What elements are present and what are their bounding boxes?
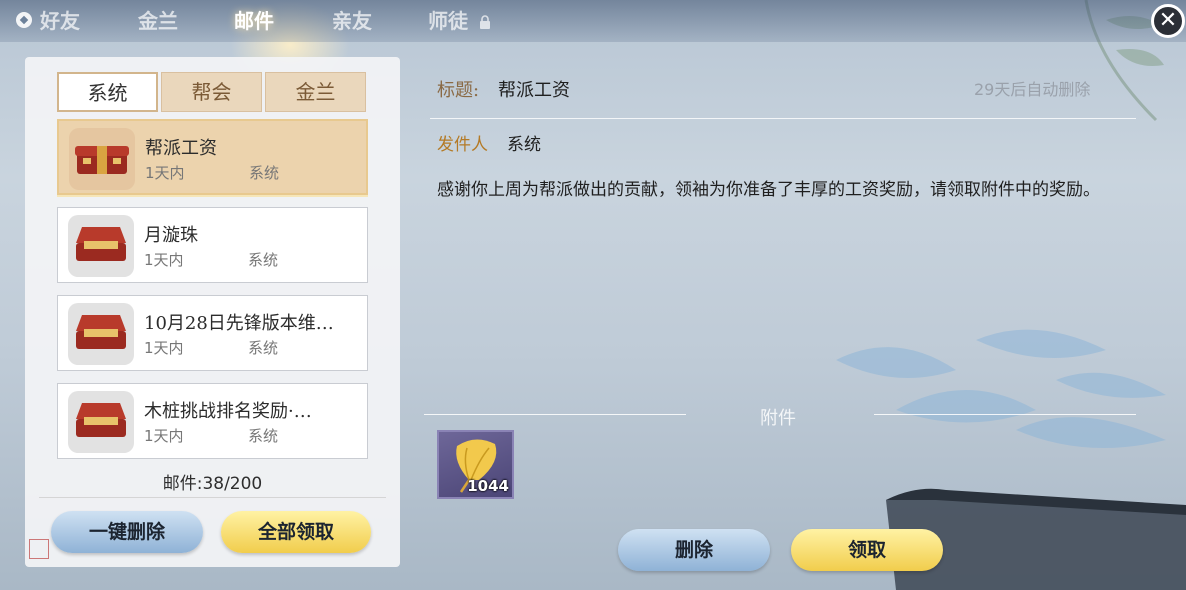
mail-detail-title: 帮派工资: [498, 80, 570, 101]
top-tab-bar: 好友 金兰 邮件 亲友 师徒: [0, 0, 1186, 42]
mail-count: 邮件:38/200: [162, 474, 263, 494]
mail-item[interactable]: 木桩挑战排名奖励·… 1天内 系统: [57, 383, 368, 459]
mail-item[interactable]: 帮派工资 1天内 系统: [57, 119, 368, 195]
mail-sender: 系统: [248, 339, 279, 357]
divider: [430, 118, 1136, 119]
title-label: 标题:: [437, 80, 480, 101]
sender-label: 发件人: [437, 135, 488, 155]
delete-button[interactable]: 删除: [618, 529, 770, 571]
delete-all-button[interactable]: 一键删除: [51, 511, 203, 553]
close-button[interactable]: ✕: [1151, 4, 1185, 38]
mail-item[interactable]: 10月28日先锋版本维… 1天内 系统: [57, 295, 368, 371]
mail-sender: 系统: [248, 251, 279, 269]
attachment-item[interactable]: 1044: [437, 430, 514, 499]
lock-icon: [480, 15, 490, 29]
mail-time: 1天内: [144, 427, 184, 445]
mail-title: 帮派工资: [145, 138, 217, 159]
mail-title: 月漩珠: [144, 225, 198, 246]
gift-box-icon: [69, 128, 135, 190]
claim-all-button[interactable]: 全部领取: [221, 511, 371, 553]
attachment-label: 附件: [760, 408, 796, 429]
expire-notice: 29天后自动删除: [974, 80, 1091, 99]
tab-sworn[interactable]: 金兰: [138, 6, 178, 36]
mail-time: 1天内: [145, 164, 185, 182]
tab-mail[interactable]: 邮件: [234, 6, 274, 36]
divider: [874, 414, 1136, 415]
mail-detail-sender: 系统: [507, 135, 541, 155]
mail-sender: 系统: [248, 427, 279, 445]
tab-mentor[interactable]: 师徒: [428, 6, 468, 36]
mail-time: 1天内: [144, 339, 184, 357]
close-icon: ✕: [1158, 8, 1178, 33]
mail-sender: 系统: [249, 164, 280, 182]
mail-list-panel: 系统 帮会 金兰 帮派工资 1天内 系统 月漩珠 1天内 系统 10月28日先锋…: [25, 57, 400, 567]
mail-item[interactable]: 月漩珠 1天内 系统: [57, 207, 368, 283]
mail-title: 10月28日先锋版本维…: [144, 313, 334, 334]
tab-relatives[interactable]: 亲友: [332, 6, 372, 36]
divider: [39, 497, 386, 498]
mail-time: 1天内: [144, 251, 184, 269]
tab-friends[interactable]: 好友: [40, 6, 80, 36]
divider: [424, 414, 686, 415]
subtab-guild[interactable]: 帮会: [161, 72, 262, 112]
gift-box-icon: [68, 215, 134, 277]
subtab-sworn[interactable]: 金兰: [265, 72, 366, 112]
gift-box-icon: [68, 391, 134, 453]
gift-box-icon: [68, 303, 134, 365]
mail-body: 感谢你上周为帮派做出的贡献，领袖为你准备了丰厚的工资奖励，请领取附件中的奖励。: [437, 180, 1100, 200]
mail-list: 帮派工资 1天内 系统 月漩珠 1天内 系统 10月28日先锋版本维… 1天内 …: [57, 119, 368, 461]
subtab-system[interactable]: 系统: [57, 72, 158, 112]
claim-button[interactable]: 领取: [791, 529, 943, 571]
mail-title: 木桩挑战排名奖励·…: [144, 401, 312, 422]
seal-icon: [29, 539, 49, 559]
friends-icon: [16, 12, 32, 28]
attachment-quantity: 1044: [467, 477, 509, 495]
